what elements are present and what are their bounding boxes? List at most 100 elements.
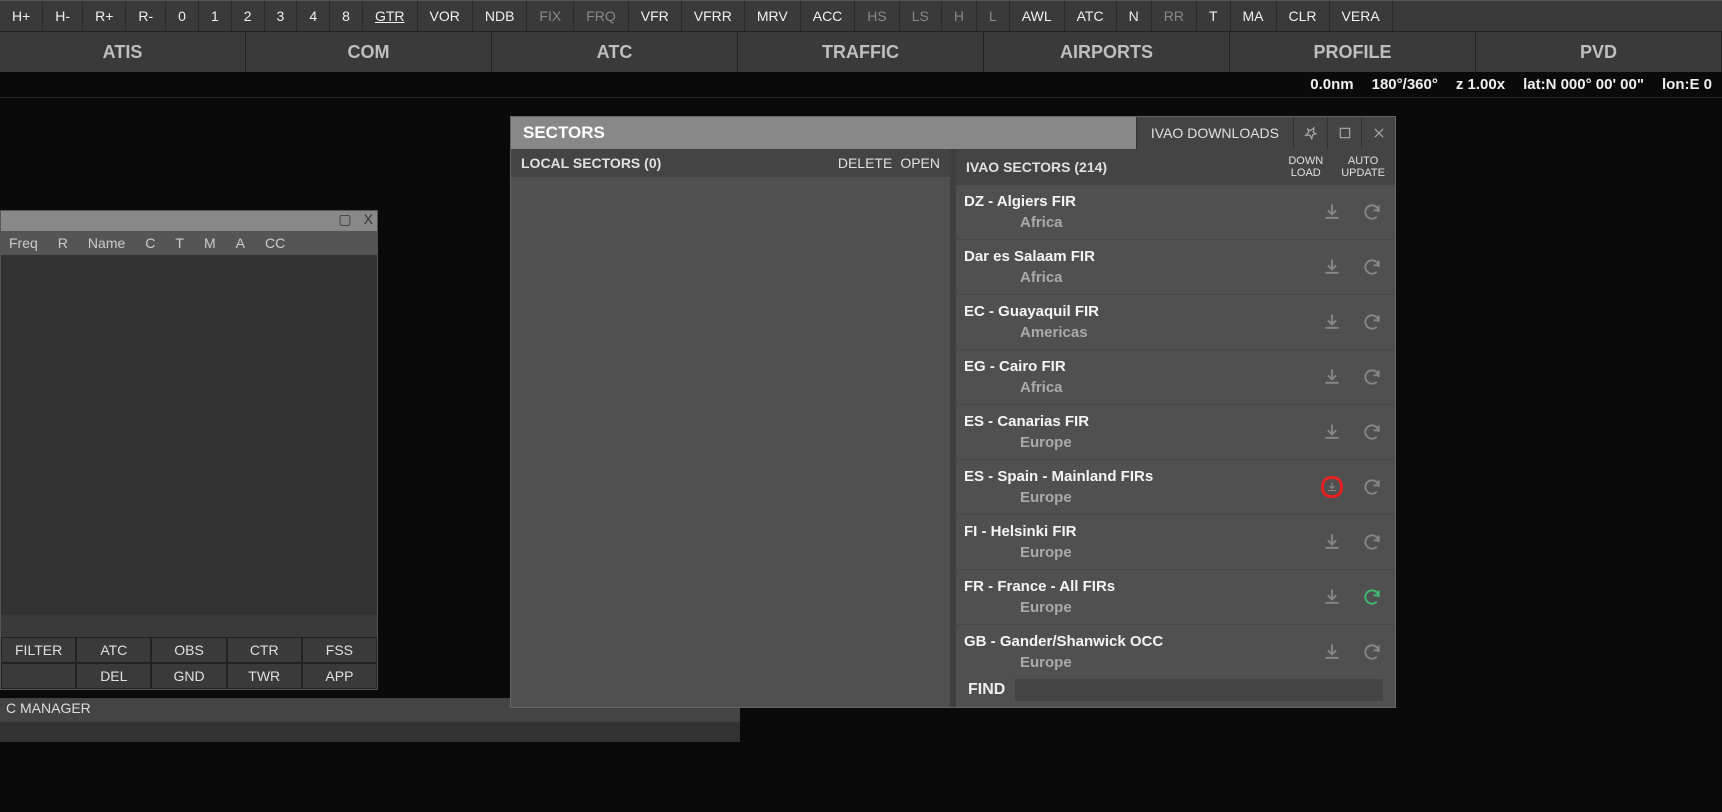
filter-obs[interactable]: OBS <box>151 637 226 663</box>
toolbar-3[interactable]: 3 <box>265 1 298 31</box>
toolbar-h[interactable]: H <box>942 1 977 31</box>
refresh-icon[interactable] <box>1361 256 1383 278</box>
download-icon[interactable] <box>1321 256 1343 278</box>
toolbar-ma[interactable]: MA <box>1231 1 1277 31</box>
download-icon[interactable] <box>1321 531 1343 553</box>
toolbar-4[interactable]: 4 <box>297 1 330 31</box>
sector-name: FR - France - All FIRs <box>964 578 1313 595</box>
toolbar-vfrr[interactable]: VFRR <box>682 1 745 31</box>
maximize-icon[interactable] <box>1327 117 1361 149</box>
tab-ivao-downloads[interactable]: IVAO DOWNLOADS <box>1136 117 1293 149</box>
toolbar-ndb[interactable]: NDB <box>473 1 528 31</box>
tab-atc[interactable]: ATC <box>492 32 738 72</box>
filter-atc[interactable]: ATC <box>76 637 151 663</box>
local-action-delete[interactable]: DELETE <box>838 155 892 171</box>
toolbar-r[interactable]: R+ <box>83 1 126 31</box>
sector-row[interactable]: Dar es Salaam FIRAfrica <box>956 240 1395 295</box>
toolbar-8[interactable]: 8 <box>330 1 363 31</box>
download-icon[interactable] <box>1321 476 1343 498</box>
toolbar-vor[interactable]: VOR <box>418 1 473 31</box>
close-icon[interactable]: X <box>364 211 373 228</box>
toolbar-atc[interactable]: ATC <box>1065 1 1117 31</box>
frequency-panel-titlebar[interactable]: ▢ X <box>1 211 377 231</box>
filter-app[interactable]: APP <box>302 663 377 689</box>
maximize-icon[interactable]: ▢ <box>338 211 351 228</box>
tab-airports[interactable]: AIRPORTS <box>984 32 1230 72</box>
sectors-window: SECTORS IVAO DOWNLOADS LOCAL SECTORS (0)… <box>510 116 1396 708</box>
status-heading: 180°/360° <box>1372 76 1438 93</box>
tab-profile[interactable]: PROFILE <box>1230 32 1476 72</box>
toolbar-h[interactable]: H- <box>43 1 83 31</box>
download-icon[interactable] <box>1321 641 1343 663</box>
toolbar-2[interactable]: 2 <box>232 1 265 31</box>
sector-row[interactable]: GB - Gander/Shanwick OCCEurope <box>956 625 1395 673</box>
filter-gnd[interactable]: GND <box>151 663 226 689</box>
download-icon[interactable] <box>1321 586 1343 608</box>
filter-fss[interactable]: FSS <box>302 637 377 663</box>
sector-row[interactable]: DZ - Algiers FIRAfrica <box>956 185 1395 240</box>
manager-strip-bar <box>0 722 740 742</box>
toolbar-vera[interactable]: VERA <box>1330 1 1393 31</box>
download-icon[interactable] <box>1321 366 1343 388</box>
tab-atis[interactable]: ATIS <box>0 32 246 72</box>
sector-row[interactable]: EC - Guayaquil FIRAmericas <box>956 295 1395 350</box>
filter-twr[interactable]: TWR <box>227 663 302 689</box>
sector-row[interactable]: FI - Helsinki FIREurope <box>956 515 1395 570</box>
tab-com[interactable]: COM <box>246 32 492 72</box>
filter-ctr[interactable]: CTR <box>227 637 302 663</box>
sector-region: Europe <box>964 599 1313 616</box>
col-header-cc: CC <box>265 235 285 251</box>
pin-icon[interactable] <box>1293 117 1327 149</box>
refresh-icon[interactable] <box>1361 531 1383 553</box>
sector-name: ES - Canarias FIR <box>964 413 1313 430</box>
refresh-icon[interactable] <box>1361 311 1383 333</box>
toolbar-acc[interactable]: ACC <box>801 1 856 31</box>
sector-row[interactable]: EG - Cairo FIRAfrica <box>956 350 1395 405</box>
sector-region: Europe <box>964 489 1313 506</box>
close-icon[interactable] <box>1361 117 1395 149</box>
toolbar-h[interactable]: H+ <box>0 1 43 31</box>
find-label: FIND <box>968 681 1005 699</box>
toolbar-r[interactable]: R- <box>126 1 166 31</box>
download-icon[interactable] <box>1321 201 1343 223</box>
sector-row[interactable]: FR - France - All FIRs Europe <box>956 570 1395 625</box>
download-icon[interactable] <box>1321 311 1343 333</box>
filter-del[interactable]: DEL <box>76 663 151 689</box>
toolbar-hs[interactable]: HS <box>855 1 899 31</box>
refresh-icon[interactable] <box>1361 366 1383 388</box>
toolbar-awl[interactable]: AWL <box>1010 1 1065 31</box>
toolbar-fix[interactable]: FIX <box>527 1 574 31</box>
toolbar-rr[interactable]: RR <box>1152 1 1197 31</box>
refresh-icon[interactable] <box>1361 201 1383 223</box>
filter-filter[interactable]: FILTER <box>1 637 76 663</box>
refresh-icon[interactable] <box>1361 586 1383 608</box>
toolbar-clr[interactable]: CLR <box>1277 1 1330 31</box>
sectors-titlebar[interactable]: SECTORS IVAO DOWNLOADS <box>511 117 1395 149</box>
local-action-open[interactable]: OPEN <box>900 155 940 171</box>
find-input[interactable] <box>1015 679 1383 701</box>
sector-region: Africa <box>964 269 1313 286</box>
toolbar-l[interactable]: L <box>977 1 1010 31</box>
refresh-icon[interactable] <box>1361 476 1383 498</box>
sector-row[interactable]: ES - Canarias FIREurope <box>956 405 1395 460</box>
toolbar-0[interactable]: 0 <box>166 1 199 31</box>
sector-row[interactable]: ES - Spain - Mainland FIRsEurope <box>956 460 1395 515</box>
tab-traffic[interactable]: TRAFFIC <box>738 32 984 72</box>
toolbar-1[interactable]: 1 <box>199 1 232 31</box>
col-header-r: R <box>58 235 68 251</box>
toolbar-frq[interactable]: FRQ <box>574 1 629 31</box>
toolbar-n[interactable]: N <box>1117 1 1152 31</box>
toolbar-vfr[interactable]: VFR <box>629 1 682 31</box>
toolbar-mrv[interactable]: MRV <box>745 1 801 31</box>
download-icon[interactable] <box>1321 421 1343 443</box>
toolbar-t[interactable]: T <box>1197 1 1231 31</box>
sector-region: Americas <box>964 324 1313 341</box>
refresh-icon[interactable] <box>1361 641 1383 663</box>
toolbar-gtr[interactable]: GTR <box>363 1 418 31</box>
toolbar-ls[interactable]: LS <box>900 1 942 31</box>
col-header-name: Name <box>88 235 125 251</box>
tab-pvd[interactable]: PVD <box>1476 32 1722 72</box>
refresh-icon[interactable] <box>1361 421 1383 443</box>
sector-name: DZ - Algiers FIR <box>964 193 1313 210</box>
ivao-sectors-list[interactable]: DZ - Algiers FIRAfricaDar es Salaam FIRA… <box>956 185 1395 673</box>
